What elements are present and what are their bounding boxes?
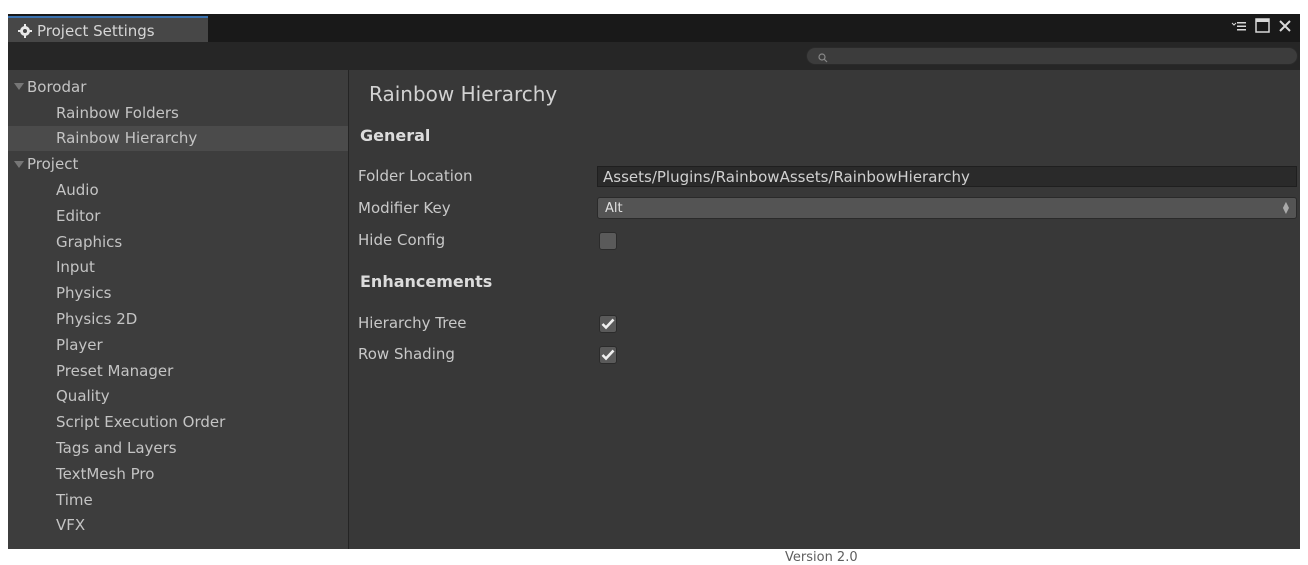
sidebar-item[interactable]: TextMesh Pro [8, 461, 348, 487]
sidebar-item[interactable]: Rainbow Hierarchy [8, 125, 348, 152]
sidebar-item[interactable]: Graphics [8, 229, 348, 255]
sidebar-item[interactable]: Preset Manager [8, 358, 348, 384]
tab-project-settings[interactable]: Project Settings [8, 16, 208, 44]
version-label: Version 2.0 [785, 550, 858, 565]
page-title: Rainbow Hierarchy [369, 82, 558, 106]
project-settings-window: Project Settings Borodar Rainbow Folders… [8, 14, 1300, 565]
hierarchy-tree-label: Hierarchy Tree [358, 314, 467, 332]
sidebar-item-label: Borodar [27, 77, 87, 96]
sidebar-item-label: Preset Manager [56, 361, 174, 380]
gear-icon [18, 24, 32, 38]
sidebar-item[interactable]: VFX [8, 513, 348, 539]
sidebar-item-label: Tags and Layers [56, 439, 177, 458]
sidebar-item[interactable]: Time [8, 487, 348, 513]
foldout-arrow-icon[interactable] [14, 160, 24, 168]
sidebar-item[interactable]: Quality [8, 384, 348, 410]
sidebar-item[interactable]: Physics [8, 280, 348, 306]
section-header-general: General [360, 126, 431, 145]
sidebar-item[interactable]: Editor [8, 203, 348, 229]
title-bar: Project Settings [8, 14, 1300, 44]
checkmark-icon [601, 318, 615, 330]
row-shading-checkbox[interactable] [599, 346, 617, 364]
sidebar-item-label: Input [56, 258, 95, 277]
section-header-enhancements: Enhancements [360, 272, 493, 291]
sidebar-item-label: Script Execution Order [56, 413, 226, 432]
folder-location-field[interactable]: Assets/Plugins/RainbowAssets/RainbowHier… [597, 166, 1297, 187]
sidebar-item-label: Audio [56, 181, 99, 200]
tab-label: Project Settings [37, 22, 155, 40]
modifier-key-value: Alt [605, 200, 623, 216]
sidebar-item-label: Editor [56, 206, 101, 225]
sidebar-item-label: Physics [56, 284, 112, 303]
sidebar-item-label: Rainbow Hierarchy [56, 129, 198, 148]
folder-location-label: Folder Location [358, 167, 473, 185]
sidebar-item-label: Time [56, 490, 93, 509]
sidebar-item[interactable]: Rainbow Folders [8, 100, 348, 126]
sidebar-item[interactable]: Script Execution Order [8, 409, 348, 435]
settings-content: Rainbow Hierarchy General Folder Locatio… [349, 70, 1300, 565]
sidebar-item[interactable]: Audio [8, 177, 348, 203]
toolbar [8, 42, 1300, 70]
menu-icon[interactable] [1231, 19, 1247, 33]
sidebar-item-label: Project [27, 155, 79, 174]
sidebar-item[interactable]: Input [8, 255, 348, 281]
sidebar-item[interactable]: Player [8, 332, 348, 358]
close-icon[interactable] [1278, 19, 1292, 33]
search-icon [817, 50, 829, 63]
settings-sidebar: Borodar Rainbow Folders Rainbow Hierarchy P… [8, 70, 348, 549]
foldout-arrow-icon[interactable] [14, 83, 24, 91]
checkmark-icon [601, 349, 615, 361]
sidebar-group[interactable]: Borodar [8, 74, 348, 100]
sidebar-item-label: Graphics [56, 232, 123, 251]
hide-config-checkbox[interactable] [599, 232, 617, 250]
sidebar-item-label: Physics 2D [56, 310, 138, 329]
row-shading-label: Row Shading [358, 345, 455, 363]
hierarchy-tree-checkbox[interactable] [599, 315, 617, 333]
sidebar-item[interactable]: Physics 2D [8, 306, 348, 332]
search-input[interactable] [806, 47, 1298, 65]
sidebar-item-label: Rainbow Folders [56, 103, 179, 122]
maximize-icon[interactable] [1255, 18, 1270, 33]
window-controls [1231, 18, 1292, 33]
sidebar-item-label: VFX [56, 516, 86, 535]
modifier-key-label: Modifier Key [358, 199, 451, 217]
folder-location-value: Assets/Plugins/RainbowAssets/RainbowHier… [603, 167, 970, 186]
dropdown-arrows-icon: ▲ ▼ [1282, 200, 1289, 215]
sidebar-item[interactable]: Tags and Layers [8, 435, 348, 461]
modifier-key-dropdown[interactable]: Alt ▲ ▼ [597, 197, 1297, 219]
sidebar-item-label: Player [56, 335, 103, 354]
sidebar-group[interactable]: Project [8, 151, 348, 177]
sidebar-item-label: Quality [56, 387, 110, 406]
sidebar-item-label: TextMesh Pro [56, 464, 155, 483]
hide-config-label: Hide Config [358, 231, 446, 249]
